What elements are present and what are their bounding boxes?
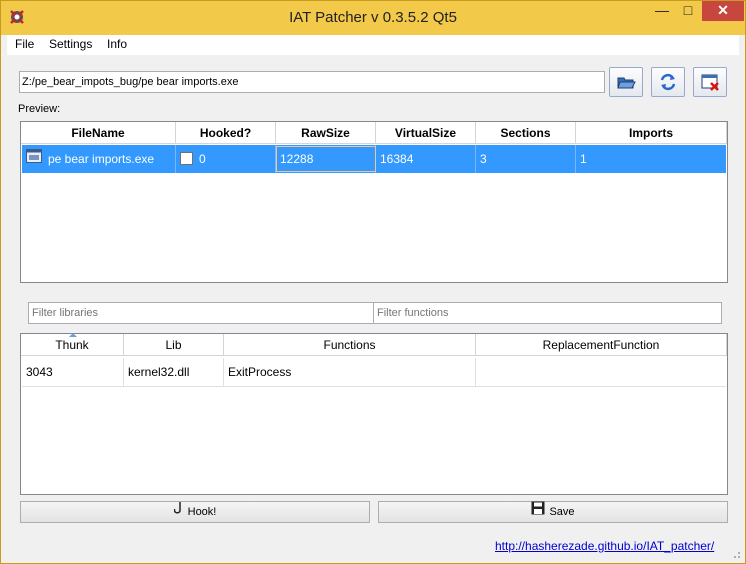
close-button[interactable]: ✕ <box>702 1 744 21</box>
save-button[interactable]: Save <box>378 501 728 523</box>
save-icon <box>531 501 545 522</box>
menu-file[interactable]: File <box>15 37 34 51</box>
preview-label: Preview: <box>18 103 61 115</box>
hook-button-label: Hook! <box>187 506 217 518</box>
project-link[interactable]: http://hasherezade.github.io/IAT_patcher… <box>495 539 714 553</box>
filter-functions-input[interactable] <box>373 302 722 324</box>
resize-grip-icon[interactable] <box>731 549 741 559</box>
menu-settings[interactable]: Settings <box>49 37 92 51</box>
cell-virtualsize[interactable]: 16384 <box>376 145 476 173</box>
open-folder-icon <box>617 77 636 89</box>
app-window: IAT Patcher v 0.3.5.2 Qt5 — □ ✕ File Set… <box>0 0 746 564</box>
column-header-sections[interactable]: Sections <box>476 122 576 144</box>
unload-icon <box>701 74 719 91</box>
column-header-functions[interactable]: Functions <box>224 334 476 356</box>
cell-function[interactable]: ExitProcess <box>224 358 476 386</box>
functions-table: Thunk Lib Functions ReplacementFunction … <box>20 333 728 495</box>
preview-table: FileName Hooked? RawSize VirtualSize Sec… <box>20 121 728 283</box>
hook-icon <box>173 501 184 522</box>
window-title: IAT Patcher v 0.3.5.2 Qt5 <box>289 9 457 26</box>
column-header-thunk[interactable]: Thunk <box>21 334 124 356</box>
cell-lib[interactable]: kernel32.dll <box>124 358 224 386</box>
filename-text: pe bear imports.exe <box>48 152 155 166</box>
table-row[interactable]: 3043 kernel32.dll ExitProcess <box>22 358 726 387</box>
maximize-button[interactable]: □ <box>675 1 701 21</box>
cell-thunk[interactable]: 3043 <box>22 358 124 386</box>
hook-button[interactable]: Hook! <box>20 501 370 523</box>
file-path-input[interactable] <box>19 71 605 93</box>
column-header-filename[interactable]: FileName <box>21 122 176 144</box>
sort-indicator-icon <box>69 333 77 337</box>
column-header-rawsize[interactable]: RawSize <box>276 122 376 144</box>
table-row[interactable]: pe bear imports.exe 0 12288 16384 3 1 <box>22 145 726 173</box>
exe-file-icon <box>26 145 42 173</box>
column-header-hooked[interactable]: Hooked? <box>176 122 276 144</box>
menu-info[interactable]: Info <box>107 37 127 51</box>
column-header-replacement[interactable]: ReplacementFunction <box>476 334 727 356</box>
reload-icon <box>660 73 676 91</box>
cell-imports[interactable]: 1 <box>576 145 726 173</box>
cell-sections[interactable]: 3 <box>476 145 576 173</box>
cell-replacement[interactable] <box>476 358 726 386</box>
focused-cell-outline <box>276 146 376 172</box>
save-button-label: Save <box>549 506 575 518</box>
unload-button[interactable] <box>693 67 727 97</box>
minimize-button[interactable]: — <box>649 1 675 21</box>
menu-bar: File Settings Info <box>7 35 739 55</box>
column-header-imports[interactable]: Imports <box>576 122 727 144</box>
reload-button[interactable] <box>651 67 685 97</box>
filter-libraries-input[interactable] <box>28 302 376 324</box>
hooked-checkbox[interactable] <box>180 152 193 166</box>
hooked-value: 0 <box>199 152 206 166</box>
title-bar[interactable]: IAT Patcher v 0.3.5.2 Qt5 — □ ✕ <box>1 1 745 35</box>
column-header-lib[interactable]: Lib <box>124 334 224 356</box>
cell-hooked[interactable]: 0 <box>176 145 276 173</box>
column-header-virtualsize[interactable]: VirtualSize <box>376 122 476 144</box>
cell-filename[interactable]: pe bear imports.exe <box>22 145 176 173</box>
open-file-button[interactable] <box>609 67 643 97</box>
